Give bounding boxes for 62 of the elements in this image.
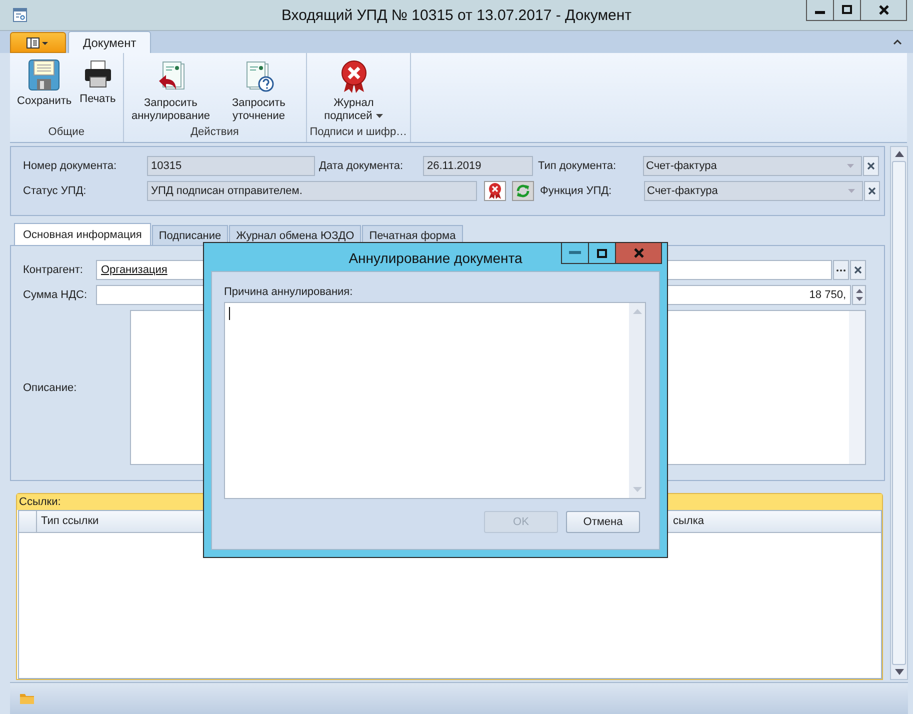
- app-menu-icon: [26, 36, 50, 48]
- clear-button[interactable]: [863, 156, 879, 176]
- ribbon-button[interactable]: Сохранить: [13, 57, 76, 125]
- number-field: 10315: [147, 156, 315, 176]
- field-label: Описание:: [23, 382, 78, 394]
- date-field: 26.11.2019: [423, 156, 533, 176]
- column-header[interactable]: сылка: [673, 511, 704, 532]
- field-label: Дата документа:: [318, 160, 404, 172]
- refresh-icon: [516, 184, 530, 198]
- field-label: Статус УПД:: [23, 185, 88, 197]
- close-icon: [634, 248, 644, 258]
- ribbon-group-label: Действия: [190, 125, 240, 140]
- refresh-button[interactable]: [512, 181, 534, 201]
- ribbon-tab[interactable]: Документ: [68, 31, 152, 53]
- app-menu-button[interactable]: [10, 32, 66, 53]
- field-label: Тип документа:: [537, 160, 618, 172]
- browse-button[interactable]: [833, 260, 849, 280]
- dialog-title: Аннулирование документа: [348, 250, 524, 266]
- dropdown-arrow-icon: [848, 189, 855, 193]
- spin-arrows-icon: [856, 289, 862, 301]
- ribbon-button[interactable]: Запросить аннулирование: [126, 57, 215, 125]
- ribbon-group-label: Подписи и шифр…: [308, 125, 408, 140]
- field-label: Номер документа:: [23, 160, 118, 172]
- function-dropdown[interactable]: Счет-фактура: [644, 181, 863, 201]
- tab[interactable]: Основная информация: [14, 223, 151, 245]
- reason-field[interactable]: [224, 302, 646, 499]
- ribbon-button[interactable]: Печать: [76, 57, 120, 125]
- rosette-x-icon: [487, 182, 503, 200]
- close-icon: [878, 5, 888, 15]
- dropdown-arrow-icon: [847, 164, 854, 168]
- scroll-up-icon[interactable]: [894, 151, 904, 157]
- clear-icon: [868, 187, 876, 195]
- maximize-icon: [842, 5, 852, 15]
- minimize-icon: [569, 251, 581, 255]
- tab[interactable]: Подписание: [152, 225, 228, 245]
- type-dropdown[interactable]: Счет-фактура: [643, 156, 862, 176]
- field-label: Контрагент:: [23, 264, 84, 276]
- scroll-down-icon[interactable]: [894, 669, 904, 675]
- ribbon-group-label: Общие: [47, 125, 86, 140]
- clear-icon: [854, 266, 862, 274]
- window-icon: [13, 8, 27, 22]
- rosette-x-icon: [338, 59, 369, 93]
- counterparty-link[interactable]: Организация: [101, 264, 168, 276]
- scroll-thumb[interactable]: [892, 161, 906, 665]
- clear-icon: [867, 162, 875, 170]
- ribbon-button[interactable]: Запросить уточнение: [214, 57, 303, 125]
- ribbon-button[interactable]: Журнал подписей: [310, 57, 398, 125]
- dialog-button[interactable]: Отмена: [566, 511, 640, 533]
- signature-button[interactable]: [484, 181, 506, 201]
- collapse-ribbon-icon[interactable]: [893, 39, 902, 45]
- field-label: Причина аннулирования:: [224, 286, 354, 300]
- ellipsis-icon: [836, 268, 846, 272]
- field-label: Функция УПД:: [539, 185, 613, 197]
- maximize-icon: [597, 248, 607, 258]
- clear-button[interactable]: [864, 181, 880, 201]
- clear-button[interactable]: [850, 260, 866, 280]
- window-title: Входящий УПД № 10315 от 13.07.2017 - Документ: [280, 6, 633, 24]
- printer-icon: [82, 59, 113, 89]
- spin-button[interactable]: [852, 285, 866, 305]
- field-label: Сумма НДС:: [23, 289, 88, 301]
- status-field: УПД подписан отправителем.: [147, 181, 477, 201]
- scrollbar[interactable]: [849, 311, 865, 464]
